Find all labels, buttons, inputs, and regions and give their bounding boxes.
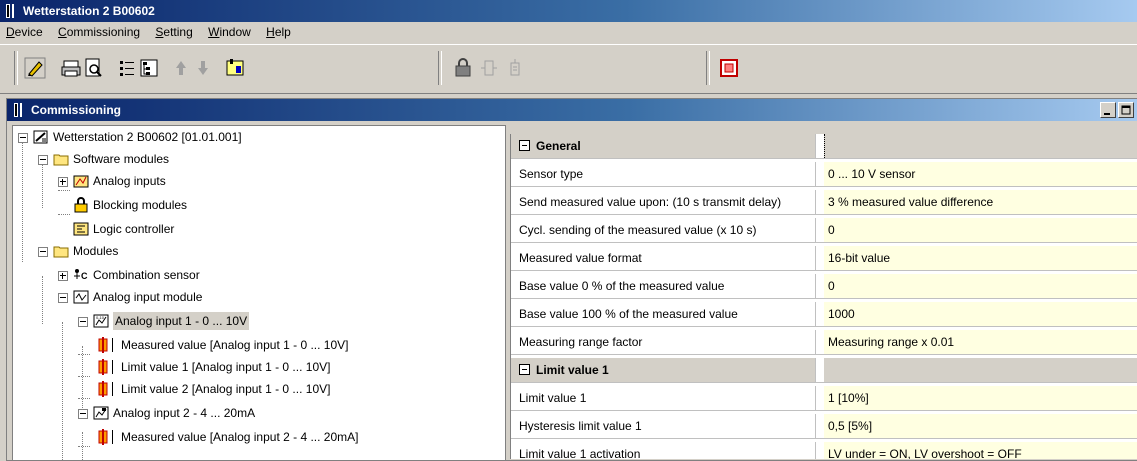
expand-toggle[interactable] bbox=[58, 271, 68, 281]
analog-input-icon: 0-10 bbox=[93, 314, 109, 328]
tree-node-analog-input-1[interactable]: 0-10 Analog input 1 - 0 ... 10V bbox=[13, 312, 493, 330]
maximize-icon bbox=[1121, 105, 1131, 115]
print-preview-icon[interactable] bbox=[82, 57, 104, 79]
collapse-icon[interactable] bbox=[519, 140, 530, 152]
analog-module-icon bbox=[73, 290, 89, 304]
group-header-general[interactable]: General bbox=[511, 134, 1137, 159]
folder-icon bbox=[53, 154, 69, 166]
property-value[interactable]: 0 bbox=[824, 274, 1137, 298]
collapse-toggle[interactable] bbox=[38, 155, 48, 165]
tree-view-icon[interactable] bbox=[138, 57, 160, 79]
tree-node-analog-input-2[interactable]: Analog input 2 - 4 ... 20mA bbox=[13, 404, 493, 422]
device-tree[interactable]: Wetterstation 2 B00602 [01.01.001] Softw… bbox=[12, 125, 506, 461]
toolbar-separator-1 bbox=[438, 51, 442, 85]
tree-node-combination-sensor[interactable]: C Combination sensor bbox=[13, 266, 493, 284]
window-icon bbox=[14, 103, 22, 117]
collapse-toggle[interactable] bbox=[78, 317, 88, 327]
communication-object-icon bbox=[98, 429, 108, 445]
property-value[interactable]: 1000 bbox=[824, 302, 1137, 326]
list-view-icon[interactable] bbox=[116, 57, 138, 79]
minimize-button[interactable] bbox=[1100, 102, 1116, 118]
tree-node-software-modules[interactable]: Software modules bbox=[13, 150, 493, 168]
property-value[interactable]: 0 ... 10 V sensor bbox=[824, 162, 1137, 186]
communication-object-icon bbox=[98, 359, 108, 375]
tree-node-ai2-measured-value[interactable]: Measured value [Analog input 2 - 4 ... 2… bbox=[13, 428, 493, 446]
logic-controller-icon bbox=[73, 222, 89, 236]
tree-node-ai1-limit-value-2[interactable]: Limit value 2 [Analog input 1 - 0 ... 10… bbox=[13, 380, 493, 398]
minimize-icon bbox=[1104, 113, 1110, 115]
collapse-toggle[interactable] bbox=[18, 133, 28, 143]
toolbar-separator-2 bbox=[706, 51, 710, 85]
property-row[interactable]: Cycl. sending of the measured value (x 1… bbox=[511, 218, 1137, 243]
collapse-toggle[interactable] bbox=[78, 409, 88, 419]
communication-object-icon bbox=[98, 381, 108, 397]
lock-icon bbox=[74, 197, 88, 213]
property-row[interactable]: Limit value 1 activation LV under = ON, L… bbox=[511, 442, 1137, 459]
expand-toggle[interactable] bbox=[58, 177, 68, 187]
property-value[interactable]: 1 [10%] bbox=[824, 386, 1137, 410]
tree-node-logic-controller[interactable]: Logic controller bbox=[13, 220, 493, 238]
commissioning-title: Commissioning bbox=[31, 103, 122, 117]
menu-window[interactable]: Window bbox=[208, 22, 251, 42]
collapse-toggle[interactable] bbox=[38, 247, 48, 257]
property-value[interactable]: 0 bbox=[824, 218, 1137, 242]
property-row[interactable]: Measured value format 16-bit value bbox=[511, 246, 1137, 271]
group-header-limit-value-1[interactable]: Limit value 1 bbox=[511, 358, 1137, 383]
property-row[interactable]: Base value 100 % of the measured value 10… bbox=[511, 302, 1137, 327]
toolbar-grip bbox=[14, 51, 18, 85]
combination-sensor-icon: C bbox=[74, 269, 88, 281]
device-select-icon[interactable] bbox=[224, 57, 246, 79]
move-down-icon[interactable] bbox=[192, 57, 214, 79]
tree-node-blocking-modules[interactable]: Blocking modules bbox=[13, 196, 493, 214]
tree-node-analog-inputs[interactable]: Analog inputs bbox=[13, 172, 493, 190]
menu-device[interactable]: Device bbox=[6, 22, 43, 42]
edit-pencil-icon[interactable] bbox=[24, 57, 46, 79]
menu-setting[interactable]: Setting bbox=[155, 22, 192, 42]
collapse-icon[interactable] bbox=[519, 364, 530, 376]
property-value[interactable]: LV under = ON, LV overshoot = OFF bbox=[824, 442, 1137, 459]
menu-commissioning[interactable]: Commissioning bbox=[58, 22, 140, 42]
property-row[interactable]: Base value 0 % of the measured value 0 bbox=[511, 274, 1137, 299]
property-row[interactable]: Send measured value upon: (10 s transmit… bbox=[511, 190, 1137, 215]
property-row[interactable]: Limit value 11 [10%] bbox=[511, 386, 1137, 411]
lock-icon[interactable] bbox=[452, 57, 474, 79]
tree-node-root[interactable]: Wetterstation 2 B00602 [01.01.001] bbox=[13, 128, 493, 146]
disconnect-icon[interactable] bbox=[504, 57, 526, 79]
menu-help[interactable]: Help bbox=[266, 22, 291, 42]
property-row[interactable]: Hysteresis limit value 1 0,5 [5%] bbox=[511, 414, 1137, 439]
analog-inputs-icon bbox=[73, 175, 89, 188]
app-title: Wetterstation 2 B00602 bbox=[23, 4, 155, 18]
property-value[interactable]: 3 % measured value difference bbox=[824, 190, 1137, 214]
property-value[interactable]: 0,5 [5%] bbox=[824, 414, 1137, 438]
print-icon[interactable] bbox=[60, 57, 82, 79]
property-row[interactable]: Measuring range factor Measuring range x … bbox=[511, 330, 1137, 355]
app-titlebar: Wetterstation 2 B00602 bbox=[0, 0, 1137, 22]
window-switch-icon[interactable] bbox=[718, 57, 740, 79]
connect-icon[interactable] bbox=[478, 57, 500, 79]
move-up-icon[interactable] bbox=[170, 57, 192, 79]
property-value[interactable]: 16-bit value bbox=[824, 246, 1137, 270]
property-value[interactable]: Measuring range x 0.01 bbox=[824, 330, 1137, 354]
svg-text:C: C bbox=[81, 271, 88, 281]
property-row[interactable]: Sensor type 0 ... 10 V sensor bbox=[511, 162, 1137, 187]
svg-text:0-10: 0-10 bbox=[96, 315, 105, 320]
analog-input-icon bbox=[93, 406, 109, 420]
communication-object-icon bbox=[98, 337, 108, 353]
tree-node-analog-input-module[interactable]: Analog input module bbox=[13, 288, 493, 306]
maximize-button[interactable] bbox=[1118, 102, 1134, 118]
property-grid: General Sensor type 0 ... 10 V sensor Sen… bbox=[510, 134, 1137, 459]
toolbar bbox=[0, 44, 1137, 94]
device-icon bbox=[33, 130, 48, 144]
tree-node-ai1-limit-value-1[interactable]: Limit value 1 [Analog input 1 - 0 ... 10… bbox=[13, 358, 493, 376]
app-icon bbox=[6, 4, 14, 18]
tree-node-modules[interactable]: Modules bbox=[13, 242, 493, 260]
commissioning-titlebar: Commissioning bbox=[7, 99, 1137, 121]
folder-icon bbox=[53, 246, 69, 258]
collapse-toggle[interactable] bbox=[58, 293, 68, 303]
tree-node-ai1-measured-value[interactable]: Measured value [Analog input 1 - 0 ... 1… bbox=[13, 336, 493, 354]
menu-bar: Device Commissioning Setting Window Help bbox=[0, 22, 1137, 42]
